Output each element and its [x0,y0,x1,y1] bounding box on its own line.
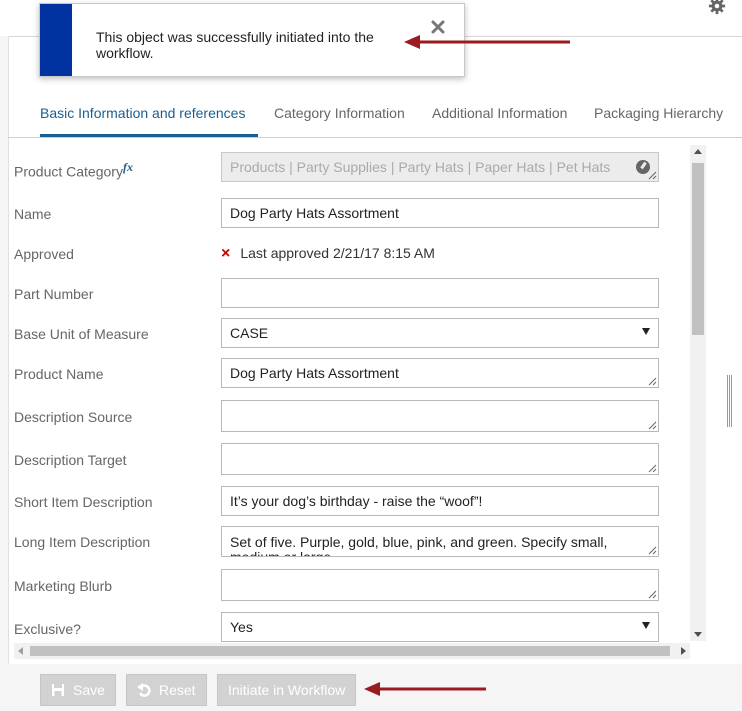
initiate-in-workflow-button[interactable]: Initiate in Workflow [217,674,357,706]
gear-icon[interactable] [708,0,726,15]
toast-message: This object was successfully initiated i… [96,29,374,61]
tab-bar: Basic Information and references Categor… [8,90,742,138]
resize-handle-icon[interactable] [648,464,657,473]
resize-handle-icon[interactable] [648,171,657,180]
approved-label: Approved [14,246,74,262]
scroll-right-icon[interactable] [681,647,686,655]
short-item-description-label: Short Item Description [14,494,153,510]
resize-handle-icon[interactable] [648,377,657,386]
save-icon [52,684,64,696]
horizontal-scroll-thumb[interactable] [30,646,670,656]
product-name-field[interactable]: Dog Party Hats Assortment [221,358,659,388]
resize-handle-icon[interactable] [648,421,657,430]
marketing-blurb-field[interactable] [221,569,659,601]
marketing-blurb-label: Marketing Blurb [14,578,113,594]
resize-handle-icon[interactable] [648,546,657,555]
approved-status: × Last approved 2/21/17 8:15 AM [221,245,435,262]
save-button[interactable]: Save [40,674,116,706]
product-category-field[interactable]: Products | Party Supplies | Party Hats |… [221,152,659,182]
long-item-description-field[interactable]: Set of five. Purple, gold, blue, pink, a… [221,526,659,557]
dropdown-arrow-icon[interactable] [642,328,650,335]
scroll-up-icon[interactable] [694,149,702,154]
attribute-form: Product Categoryfx Products | Party Supp… [8,142,708,642]
exclusive-select[interactable]: Yes [221,612,659,642]
base-unit-label: Base Unit of Measure [14,326,149,342]
annotation-arrow-toast [404,35,570,49]
part-number-field[interactable] [221,278,659,308]
description-source-label: Description Source [14,409,133,425]
scroll-left-icon[interactable] [18,647,23,655]
vertical-scrollbar[interactable] [690,145,706,641]
success-toast: This object was successfully initiated i… [39,3,465,77]
annotation-arrow-initiate [364,682,486,696]
scroll-down-icon[interactable] [694,632,702,637]
reset-button[interactable]: Reset [126,674,207,706]
dropdown-arrow-icon[interactable] [642,622,650,629]
tab-additional-information[interactable]: Additional Information [432,105,567,121]
name-label: Name [14,206,52,222]
toast-stripe [40,4,72,76]
short-item-description-field[interactable]: It’s your dog’s birthday - raise the “wo… [221,486,659,516]
formula-icon[interactable]: fx [123,160,133,174]
product-category-label: Product Categoryfx [14,160,133,180]
tab-basic-information[interactable]: Basic Information and references [40,105,245,121]
exclusive-label: Exclusive? [14,621,81,637]
undo-icon [137,683,151,697]
name-field[interactable]: Dog Party Hats Assortment [221,198,659,228]
description-target-field[interactable] [221,443,659,475]
resize-handle-icon[interactable] [648,590,657,599]
description-source-field[interactable] [221,400,659,432]
vertical-scroll-thumb[interactable] [692,163,704,335]
product-name-label: Product Name [14,366,104,382]
base-unit-select[interactable]: CASE [221,318,659,348]
panel-splitter-handle[interactable] [727,375,733,427]
not-approved-icon: × [221,245,231,262]
tab-category-information[interactable]: Category Information [274,105,405,121]
long-item-description-label: Long Item Description [14,534,151,550]
description-target-label: Description Target [14,452,127,468]
tab-packaging-hierarchy[interactable]: Packaging Hierarchy [594,105,723,121]
active-tab-indicator [40,134,258,137]
part-number-label: Part Number [14,286,94,302]
horizontal-scrollbar[interactable] [14,643,690,659]
close-icon[interactable] [430,19,446,35]
